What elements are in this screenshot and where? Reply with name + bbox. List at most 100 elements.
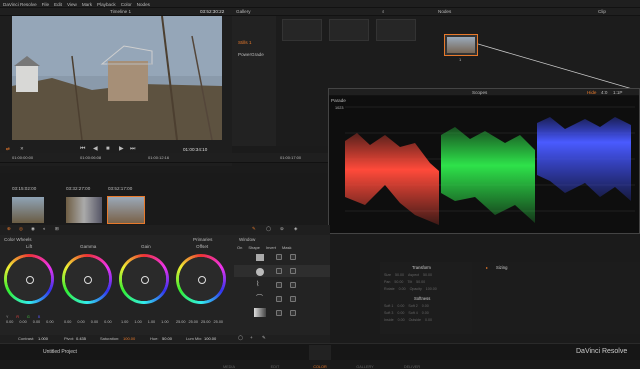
loop-icon[interactable]: ⇄ xyxy=(6,146,10,152)
softness-row-2: Soft 3 0.00 Soft 4 0.00 xyxy=(384,311,429,316)
page-edit[interactable]: EDIT xyxy=(264,345,286,369)
scopes-titlebar: Scopes Hide 4:0 1:1P xyxy=(329,89,639,96)
page-media[interactable]: MEDIA xyxy=(218,345,240,369)
menu-playback[interactable]: Playback xyxy=(97,2,116,7)
lift-b: 0.00 xyxy=(46,320,54,324)
scopes-option-2[interactable]: 1:1P xyxy=(613,90,622,96)
pivot-value[interactable]: 0.435 xyxy=(76,337,86,341)
mask-toggle-5[interactable] xyxy=(290,310,296,316)
window-row-square[interactable] xyxy=(234,265,330,277)
circle-window-icon[interactable] xyxy=(256,268,264,276)
gain-b: 1.00 xyxy=(161,320,169,324)
gamma-g: 0.00 xyxy=(90,320,99,324)
primaries-mode[interactable]: Primaries xyxy=(193,237,212,243)
gallery-powergrade[interactable]: PowerGrade xyxy=(238,52,264,57)
mask-toggle-1[interactable] xyxy=(290,254,296,260)
play-icon[interactable]: ▶ xyxy=(119,146,124,152)
gradient-window-icon[interactable] xyxy=(254,308,266,317)
soft1-value[interactable]: 0.00 xyxy=(397,304,404,309)
menu-mark[interactable]: Mark xyxy=(82,2,92,7)
node-1[interactable] xyxy=(444,34,478,56)
window-circle-icon[interactable]: ◯ xyxy=(238,335,243,341)
camera-raw-icon[interactable]: ⊕ xyxy=(7,226,11,232)
menu-edit[interactable]: Edit xyxy=(54,2,62,7)
rectangle-window-icon[interactable] xyxy=(256,254,264,261)
gallery-still-slot[interactable] xyxy=(329,19,369,41)
offset-wheel[interactable] xyxy=(176,254,226,304)
scopes-hide[interactable]: Hide xyxy=(587,90,596,96)
curve-window-icon[interactable]: ⌒ xyxy=(256,295,263,302)
page-gallery[interactable]: GALLERY xyxy=(352,345,378,369)
softness-title: Softness xyxy=(414,296,431,301)
soft2-value[interactable]: 0.00 xyxy=(422,304,429,309)
invert-toggle-1[interactable] xyxy=(276,254,282,260)
pivot-label: Pivot: xyxy=(64,336,75,341)
qualifier-icon[interactable]: ✎ xyxy=(252,226,256,232)
search-icon[interactable]: ⌕ xyxy=(382,9,385,15)
invert-toggle-4[interactable] xyxy=(276,296,282,302)
soft3-value[interactable]: 0.00 xyxy=(397,311,404,316)
gallery-stills[interactable]: Stills 1 xyxy=(238,40,252,45)
gain-wheel[interactable] xyxy=(119,254,169,304)
tilt-value[interactable]: 50.00 xyxy=(416,280,425,285)
wheel-offset-label: Offset xyxy=(196,244,209,249)
color-match-icon[interactable]: ◎ xyxy=(19,226,23,232)
transform-row-1: Size 50.00 Aspect 50.00 xyxy=(384,273,432,278)
menu-file[interactable]: File xyxy=(42,2,49,7)
gamma-wheel[interactable] xyxy=(62,254,112,304)
parade-blue xyxy=(537,117,631,201)
channel-labels: Y R G B xyxy=(6,315,40,320)
page-deliver[interactable]: DELIVER xyxy=(399,345,425,369)
offset-g: 25.00 xyxy=(201,320,211,324)
color-wheels-tab-icon[interactable]: ◉ xyxy=(31,226,35,232)
menu-color[interactable]: Color xyxy=(121,2,132,7)
invert-toggle-3[interactable] xyxy=(276,282,282,288)
lum-mix-value[interactable]: 100.00 xyxy=(204,337,216,341)
mask-toggle-2[interactable] xyxy=(290,268,296,274)
primaries-footer: Contrast: 1.000 Pivot: 0.435 Saturation:… xyxy=(0,335,330,343)
gamma-r: 0.00 xyxy=(77,320,85,324)
pan-value[interactable]: 50.00 xyxy=(394,280,403,285)
soft4-value[interactable]: 0.00 xyxy=(422,311,429,316)
aspect-value[interactable]: 50.00 xyxy=(423,273,432,278)
motion-tab-icon[interactable]: ⊞ xyxy=(55,226,59,232)
scopes-mode[interactable]: Parade xyxy=(331,98,346,104)
mask-toggle-3[interactable] xyxy=(290,282,296,288)
sizing-arrow-icon[interactable]: ▸ xyxy=(486,265,488,270)
menu-nodes[interactable]: Nodes xyxy=(137,2,150,7)
page-color[interactable]: COLOR xyxy=(309,345,331,369)
invert-toggle-2[interactable] xyxy=(276,268,282,274)
last-frame-icon[interactable]: ⏭ xyxy=(130,146,135,152)
polygon-window-icon[interactable]: ⌇ xyxy=(256,281,259,288)
window-pen-icon[interactable]: ✎ xyxy=(262,335,266,341)
mask-toggle-4[interactable] xyxy=(290,296,296,302)
reverse-play-icon[interactable]: ◀ xyxy=(93,146,98,152)
clip-1-tc: 03:15:02:00 xyxy=(12,186,37,191)
saturation-value[interactable]: 100.00 xyxy=(123,337,135,341)
hue-value[interactable]: 50.00 xyxy=(162,337,172,341)
shuffle-icon[interactable]: ✕ xyxy=(20,146,24,152)
gallery-still-slot[interactable] xyxy=(376,19,416,41)
tracker-icon[interactable]: ⊚ xyxy=(280,226,284,232)
size-value[interactable]: 50.00 xyxy=(395,273,404,278)
nodes-clip-label: Clip xyxy=(598,9,606,14)
outside-value[interactable]: 0.00 xyxy=(425,318,432,323)
gain-values: 1.00 1.00 1.00 1.00 xyxy=(121,320,169,325)
lift-wheel[interactable] xyxy=(4,254,54,304)
stop-icon[interactable]: ■ xyxy=(106,146,110,152)
contrast-value[interactable]: 1.000 xyxy=(38,337,48,341)
scopes-option-1[interactable]: 4:0 xyxy=(601,90,607,96)
first-frame-icon[interactable]: ⏮ xyxy=(80,146,85,152)
invert-toggle-5[interactable] xyxy=(276,310,282,316)
window-plus-icon[interactable]: + xyxy=(250,335,253,341)
color-wheels-panel: Color Wheels Primaries Lift 0.00 0.00 0.00… xyxy=(0,235,234,335)
window-tab-icon[interactable]: ◯ xyxy=(266,226,271,232)
clip-strip: 03:15:02:00 01 v1 03:32:27:00 02 v1 03:5… xyxy=(0,173,330,237)
blur-icon[interactable]: ◈ xyxy=(294,226,298,232)
rotate-value[interactable]: 0.00 xyxy=(399,287,406,292)
menu-view[interactable]: View xyxy=(67,2,77,7)
opacity-value[interactable]: 100.00 xyxy=(426,287,437,292)
gallery-still-slot[interactable] xyxy=(282,19,322,41)
curves-tab-icon[interactable]: ◐ xyxy=(43,226,46,232)
inside-value[interactable]: 0.00 xyxy=(398,318,405,323)
